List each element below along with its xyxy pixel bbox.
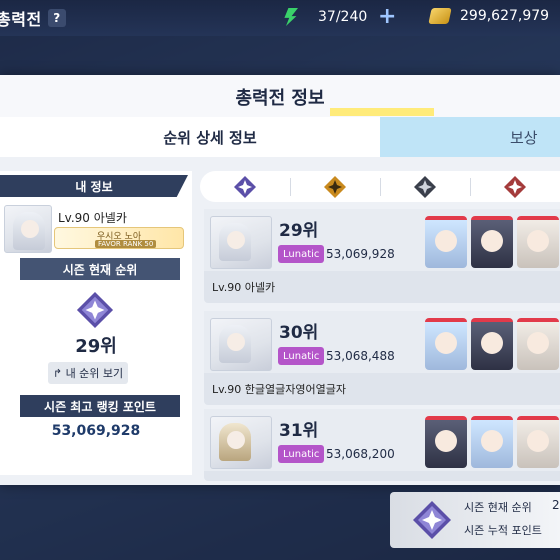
- player-rank: 29위: [279, 221, 319, 241]
- team-student-portrait: [425, 416, 467, 468]
- ranking-row-3[interactable]: 31위 Lunatic 53,068,200: [204, 409, 560, 481]
- difficulty-badge: Lunatic: [278, 245, 325, 263]
- red-tier-icon: [504, 175, 526, 198]
- player-points: 53,069,928: [326, 247, 395, 261]
- player-team: [425, 318, 560, 370]
- player-team: [425, 216, 560, 268]
- my-info-panel: 내 정보 Lv.90 아넬카 우시오 노아 FAVOR RANK 50 시즌 현…: [0, 171, 192, 475]
- ranking-row-2[interactable]: 30위 Lunatic 53,068,488 Lv.90 한글열글자영어열글자: [204, 311, 560, 405]
- team-student-portrait: [425, 216, 467, 268]
- season-total-points-label: 시즌 누적 포인트: [464, 524, 542, 537]
- tier-tab-gold[interactable]: [290, 175, 380, 199]
- best-point-header: 시즌 최고 랭킹 포인트: [20, 395, 180, 417]
- lightning-icon: [284, 8, 298, 26]
- favor-rank-label: FAVOR RANK 50: [95, 240, 157, 248]
- rank-emblem-icon: [76, 291, 114, 329]
- gold-icon: [428, 8, 452, 24]
- season-rank-label: 시즌 현재 순위: [464, 501, 532, 514]
- player-rank: 30위: [279, 323, 319, 343]
- view-my-rank-button[interactable]: ↱ 내 순위 보기: [48, 362, 128, 384]
- difficulty-badge: Lunatic: [278, 347, 325, 365]
- add-stamina-button[interactable]: +: [378, 4, 396, 29]
- gold-display: 299,627,979: [428, 8, 550, 24]
- player-points: 53,068,488: [326, 349, 395, 363]
- team-student-portrait: [425, 318, 467, 370]
- tier-selector: [200, 171, 560, 202]
- modal-title: 총력전 정보: [235, 88, 325, 109]
- black-tier-icon: [414, 175, 436, 198]
- team-student-portrait: [471, 318, 513, 370]
- purple-tier-icon: [234, 175, 256, 198]
- tab-rewards[interactable]: 보상: [380, 117, 560, 157]
- team-student-portrait: [517, 416, 559, 468]
- player-name: Lv.90 한글열글자영어열글자: [212, 383, 346, 396]
- my-rank-value: 29위: [75, 336, 117, 357]
- gold-value: 299,627,979: [460, 8, 550, 24]
- top-hud: 총력전 ? 37/240 + 299,627,979: [0, 0, 560, 36]
- view-my-rank-label: 내 순위 보기: [65, 367, 124, 380]
- modal-header: 총력전 정보: [0, 75, 560, 117]
- player-team: [425, 416, 560, 468]
- total-assault-info-modal: 총력전 정보 순위 상세 정보 보상 내 정보 Lv.90 아넬카 우시오 노아…: [0, 75, 560, 485]
- tab-rank-details[interactable]: 순위 상세 정보: [0, 117, 380, 157]
- tier-tab-purple[interactable]: [200, 175, 290, 199]
- share-arrow-icon: ↱: [52, 366, 66, 380]
- tab-bar: 순위 상세 정보 보상: [0, 117, 560, 157]
- season-rank-header: 시즌 현재 순위: [20, 258, 180, 280]
- best-point-value: 53,069,928: [51, 423, 141, 439]
- my-level-name: Lv.90 아넬카: [58, 211, 127, 225]
- tier-tab-red[interactable]: [470, 175, 560, 199]
- page-title: 총력전: [0, 10, 42, 29]
- team-student-portrait: [517, 318, 559, 370]
- ranking-row-1[interactable]: 29위 Lunatic 53,069,928 Lv.90 아넬카: [204, 209, 560, 303]
- player-avatar: [210, 416, 272, 469]
- player-avatar: [210, 318, 272, 371]
- stamina-value: 37/240: [318, 9, 368, 25]
- season-rank-value: 2: [552, 498, 560, 512]
- my-avatar: [4, 205, 52, 253]
- player-avatar: [210, 216, 272, 269]
- team-student-portrait: [471, 416, 513, 468]
- difficulty-badge: Lunatic: [278, 445, 325, 463]
- my-info-header: 내 정보: [0, 175, 188, 197]
- team-student-portrait: [517, 216, 559, 268]
- player-points: 53,068,200: [326, 447, 395, 461]
- help-button[interactable]: ?: [47, 9, 66, 27]
- player-name: Lv.90 아넬카: [212, 281, 276, 294]
- player-rank: 31위: [279, 421, 319, 441]
- team-student-portrait: [471, 216, 513, 268]
- gold-tier-icon: [324, 175, 346, 198]
- season-summary-strip: 시즌 현재 순위 2 시즌 누적 포인트: [390, 492, 560, 548]
- stamina-display: 37/240: [282, 8, 367, 26]
- tier-tab-black[interactable]: [380, 175, 470, 199]
- rank-emblem-icon: [413, 501, 451, 539]
- favor-badge: 우시오 노아 FAVOR RANK 50: [54, 227, 184, 249]
